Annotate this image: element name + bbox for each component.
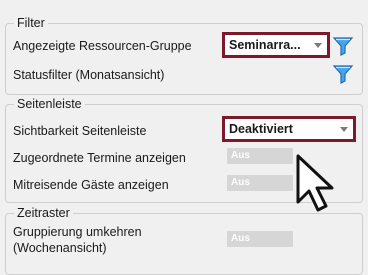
traveling-guests-toggle[interactable]: Aus: [227, 175, 293, 191]
reverse-grouping-toggle[interactable]: Aus: [227, 231, 293, 247]
mouse-cursor-icon: [296, 154, 334, 212]
resource-group-label: Angezeigte Ressourcen-Gruppe: [13, 39, 192, 53]
timegrid-group-title: Zeitraster: [14, 205, 73, 221]
reverse-grouping-label-line2: (Wochenansicht): [13, 241, 107, 255]
status-filter-label: Statusfilter (Monatsansicht): [13, 68, 165, 82]
assigned-appointments-label: Zugeordnete Termine anzeigen: [13, 151, 186, 165]
filter-icon[interactable]: [332, 63, 354, 85]
traveling-guests-label: Mitreisende Gäste anzeigen: [13, 178, 169, 192]
toggle-state-label: Aus: [231, 177, 250, 188]
reverse-grouping-label-line1: Gruppierung umkehren: [13, 225, 142, 239]
assigned-appointments-toggle[interactable]: Aus: [227, 148, 293, 164]
highlight-box: [222, 32, 330, 58]
toggle-state-label: Aus: [231, 233, 250, 244]
filter-group-title: Filter: [14, 15, 48, 31]
highlight-box: [222, 116, 356, 142]
sidebar-visibility-label: Sichtbarkeit Seitenleiste: [13, 124, 147, 138]
toggle-state-label: Aus: [231, 150, 250, 161]
filter-icon[interactable]: [332, 35, 354, 57]
sidebar-group-title: Seitenleiste: [14, 96, 85, 112]
